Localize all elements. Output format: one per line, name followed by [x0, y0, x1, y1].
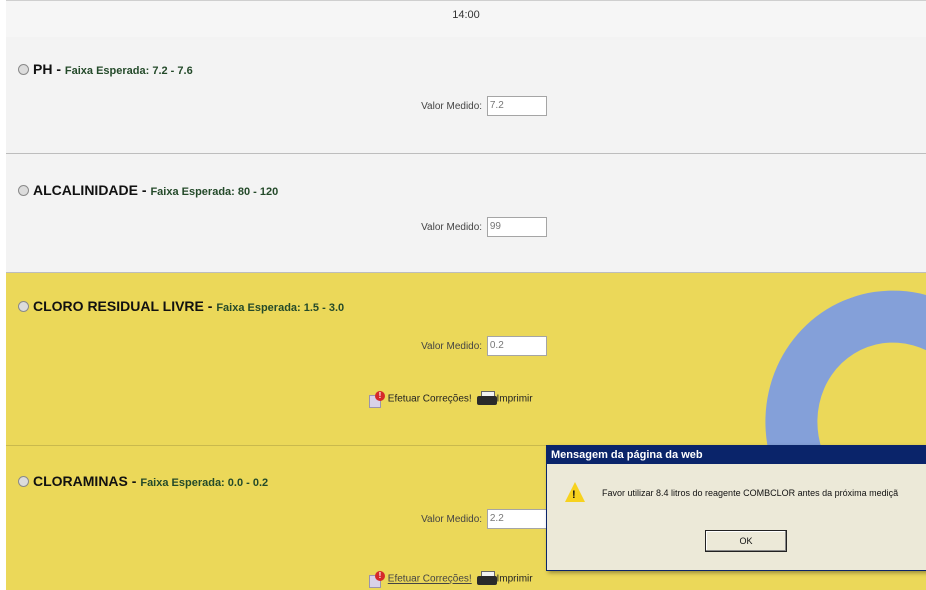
expected-range: Faixa Esperada: 80 - 120: [150, 186, 279, 198]
valor-medido-input[interactable]: 2.2: [486, 509, 547, 529]
time-header: 14:00: [6, 0, 926, 38]
imprimir-link[interactable]: Imprimir: [497, 574, 533, 585]
valor-medido-label: Valor Medido:: [421, 340, 483, 352]
section-ph: PH - Faixa Esperada: 7.2 - 7.6 Valor Med…: [6, 37, 926, 154]
ok-button[interactable]: OK: [705, 530, 787, 552]
expected-range: Faixa Esperada: 1.5 - 3.0: [216, 302, 345, 314]
web-message-dialog: Mensagem da página da web ! Favor utiliz…: [546, 445, 926, 571]
exclamation-icon: !: [572, 489, 576, 501]
section-actions: ! Efetuar Correções! Imprimir: [369, 390, 533, 408]
printer-icon[interactable]: [476, 390, 497, 408]
efetuar-correcoes-link[interactable]: Efetuar Correções!: [388, 574, 472, 585]
efetuar-correcoes-link[interactable]: Efetuar Correções!: [388, 394, 472, 405]
section-alcalinidade: ALCALINIDADE - Faixa Esperada: 80 - 120 …: [6, 154, 926, 273]
valor-medido-input[interactable]: 0.2: [486, 336, 547, 356]
valor-medido-input[interactable]: 99: [486, 217, 547, 237]
expected-range: Faixa Esperada: 0.0 - 0.2: [140, 477, 269, 489]
measurement-page: 14:00 PH - Faixa Esperada: 7.2 - 7.6 Val…: [6, 0, 926, 590]
valor-medido-label: Valor Medido:: [421, 221, 483, 233]
warning-icon: !: [369, 571, 385, 588]
warning-icon: !: [369, 391, 385, 408]
radio-bullet-icon: [18, 301, 29, 312]
expected-range: Faixa Esperada: 7.2 - 7.6: [64, 65, 193, 77]
printer-icon[interactable]: [476, 570, 497, 588]
section-title: ALCALINIDADE: [33, 182, 138, 198]
valor-medido-label: Valor Medido:: [421, 100, 483, 112]
radio-bullet-icon: [18, 64, 29, 75]
section-title: CLORAMINAS: [33, 473, 128, 489]
section-title: CLORO RESIDUAL LIVRE: [33, 298, 204, 314]
dialog-message: Favor utilizar 8.4 litros do reagente CO…: [602, 488, 899, 498]
valor-medido-input[interactable]: 7.2: [486, 96, 547, 116]
section-actions: ! Efetuar Correções! Imprimir: [369, 570, 533, 588]
section-title: PH: [33, 61, 53, 77]
radio-bullet-icon: [18, 185, 29, 196]
imprimir-link[interactable]: Imprimir: [497, 394, 533, 405]
dialog-title: Mensagem da página da web: [547, 446, 926, 464]
radio-bullet-icon: [18, 476, 29, 487]
valor-medido-label: Valor Medido:: [421, 513, 483, 525]
time-label: 14:00: [452, 9, 480, 21]
